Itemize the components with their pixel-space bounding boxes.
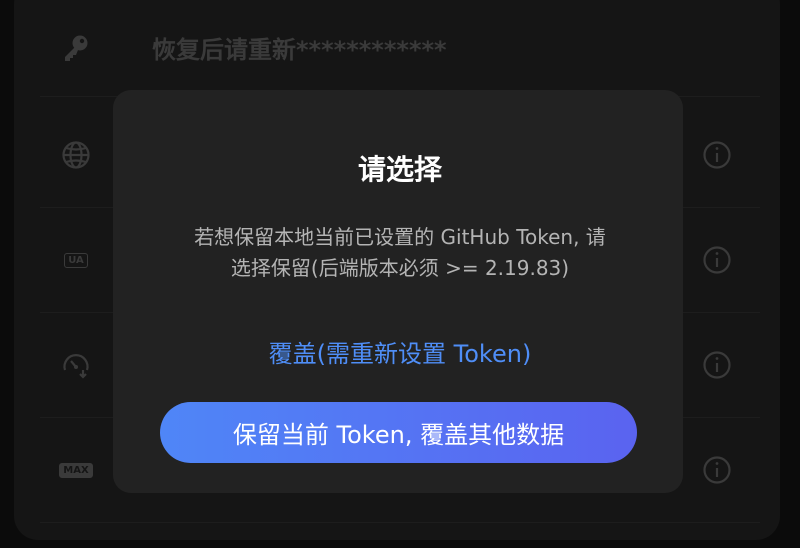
max-badge: MAX — [59, 462, 93, 478]
dialog-message: 若想保留本地当前已设置的 GitHub Token, 请 选择保留(后端版本必须… — [150, 222, 650, 284]
max-icon: MAX — [59, 454, 93, 486]
dialog-title: 请选择 — [357, 153, 442, 186]
key-icon — [60, 32, 92, 64]
keep-token-button[interactable]: 保留当前 Token, 覆盖其他数据 — [160, 402, 637, 463]
screen: 恢复后请重新************ UA MAX 请选择 若想保留本地当前已设… — [0, 0, 800, 548]
overwrite-button[interactable]: 覆盖(需重新设置 Token) — [0, 334, 800, 369]
dialog-message-line-2: 选择保留(后端版本必须 >= 2.19.83) — [230, 256, 570, 280]
info-icon[interactable] — [702, 245, 732, 275]
ua-badge: UA — [64, 252, 88, 268]
dialog-message-line-1: 若想保留本地当前已设置的 GitHub Token, 请 — [194, 225, 606, 249]
settings-row-token[interactable]: 恢复后请重新************ — [40, 0, 760, 97]
ua-icon: UA — [60, 244, 92, 276]
info-icon[interactable] — [702, 455, 732, 485]
row-title: 恢复后请重新************ — [152, 36, 447, 64]
